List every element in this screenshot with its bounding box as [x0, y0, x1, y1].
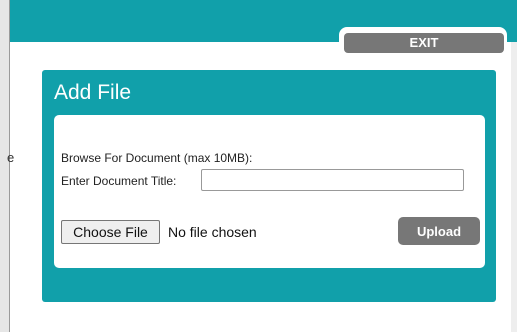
choose-file-button[interactable]: Choose File: [61, 220, 160, 244]
document-title-input[interactable]: [201, 169, 464, 191]
upload-form-panel: Browse For Document (max 10MB): Enter Do…: [54, 115, 485, 268]
background-text-fragment: e: [7, 150, 15, 165]
app-window: e EXIT Add File Browse For Document (max…: [0, 0, 517, 332]
upload-button[interactable]: Upload: [398, 217, 480, 245]
add-file-dialog: Add File Browse For Document (max 10MB):…: [42, 70, 496, 302]
background-page-edge: e: [0, 0, 14, 332]
browse-label: Browse For Document (max 10MB):: [61, 151, 253, 165]
file-status-text: No file chosen: [168, 224, 257, 240]
right-edge: [511, 42, 517, 332]
dialog-title: Add File: [54, 81, 132, 104]
exit-button[interactable]: EXIT: [344, 33, 504, 53]
document-title-label: Enter Document Title:: [61, 174, 177, 188]
